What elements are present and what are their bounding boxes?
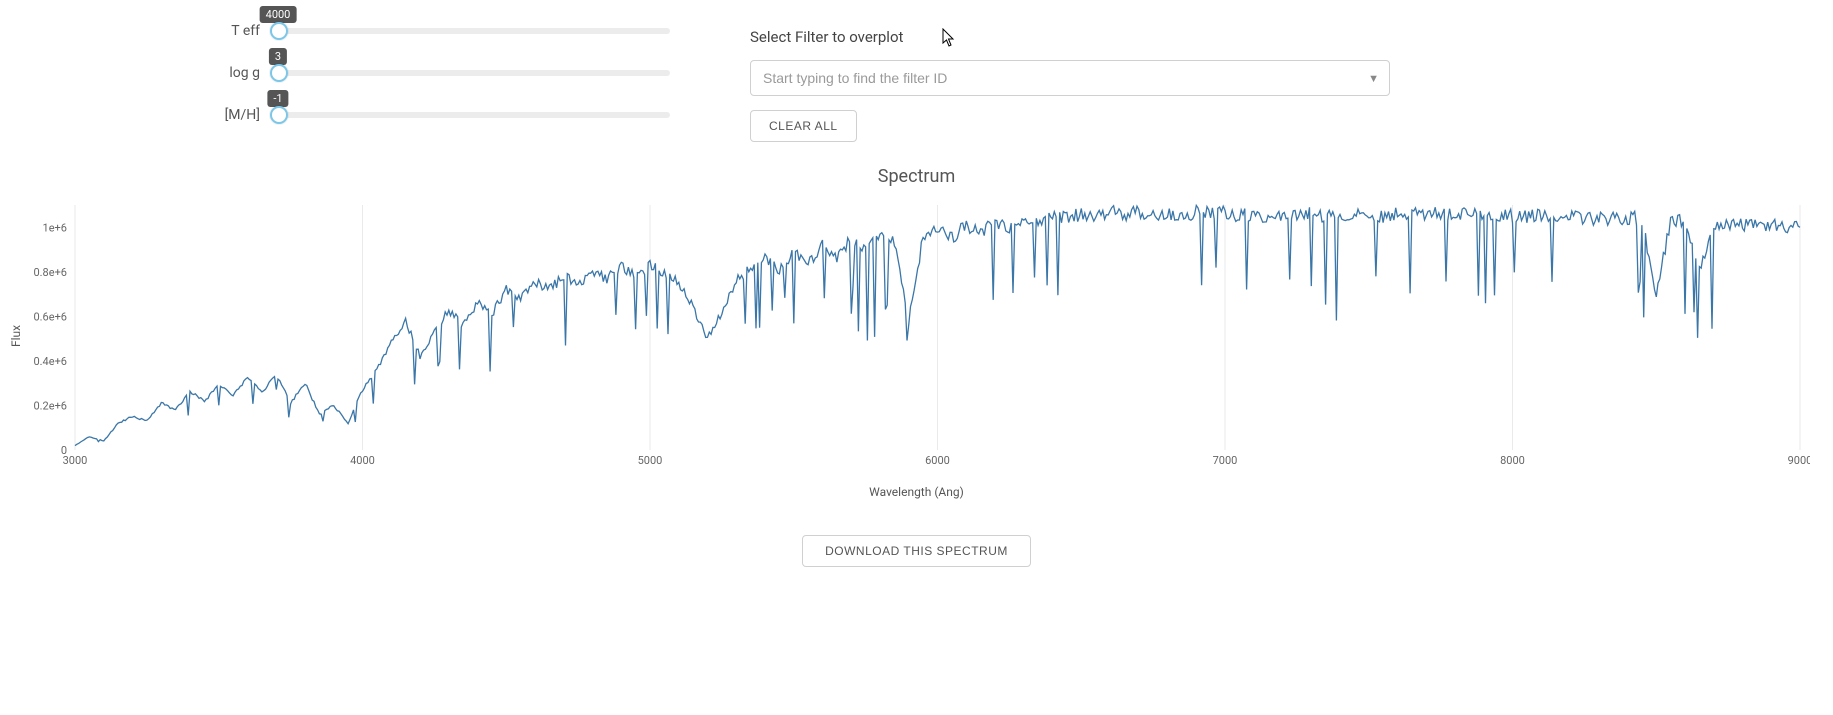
- spectrum-chart: 300040005000600070008000900000.2e+60.4e+…: [20, 195, 1810, 475]
- slider-label-logg: log g: [200, 65, 260, 81]
- slider-logg[interactable]: 3: [272, 70, 670, 76]
- slider-teff[interactable]: 4000: [272, 28, 670, 34]
- filter-select[interactable]: ▼: [750, 60, 1390, 96]
- slider-mh[interactable]: -1: [272, 112, 670, 118]
- slider-label-teff: T eff: [200, 23, 260, 39]
- chevron-down-icon: ▼: [1368, 72, 1379, 85]
- slider-teff-value: 4000: [260, 6, 297, 23]
- svg-text:6000: 6000: [925, 454, 950, 467]
- svg-text:0: 0: [61, 444, 67, 457]
- slider-mh-thumb[interactable]: [270, 106, 288, 124]
- slider-label-mh: [M/H]: [200, 107, 260, 123]
- svg-text:1e+6: 1e+6: [43, 221, 67, 234]
- chart-title: Spectrum: [0, 166, 1833, 187]
- svg-text:0.4e+6: 0.4e+6: [33, 355, 67, 368]
- slider-teff-thumb[interactable]: [270, 22, 288, 40]
- x-axis-label: Wavelength (Ang): [20, 485, 1813, 499]
- download-spectrum-button[interactable]: DOWNLOAD THIS SPECTRUM: [802, 535, 1031, 567]
- svg-text:4000: 4000: [350, 454, 375, 467]
- slider-mh-value: -1: [267, 90, 288, 107]
- svg-text:8000: 8000: [1500, 454, 1525, 467]
- slider-logg-value: 3: [269, 48, 287, 65]
- filter-label: Select Filter to overplot: [750, 28, 1390, 46]
- svg-text:7000: 7000: [1213, 454, 1238, 467]
- svg-text:0.6e+6: 0.6e+6: [33, 310, 67, 323]
- clear-all-button[interactable]: CLEAR ALL: [750, 110, 857, 142]
- y-axis-label: Flux: [9, 325, 23, 347]
- slider-logg-thumb[interactable]: [270, 64, 288, 82]
- svg-text:5000: 5000: [638, 454, 663, 467]
- svg-text:0.2e+6: 0.2e+6: [33, 399, 67, 412]
- svg-text:0.8e+6: 0.8e+6: [33, 266, 67, 279]
- svg-text:9000: 9000: [1788, 454, 1810, 467]
- filter-input[interactable]: [761, 69, 1360, 87]
